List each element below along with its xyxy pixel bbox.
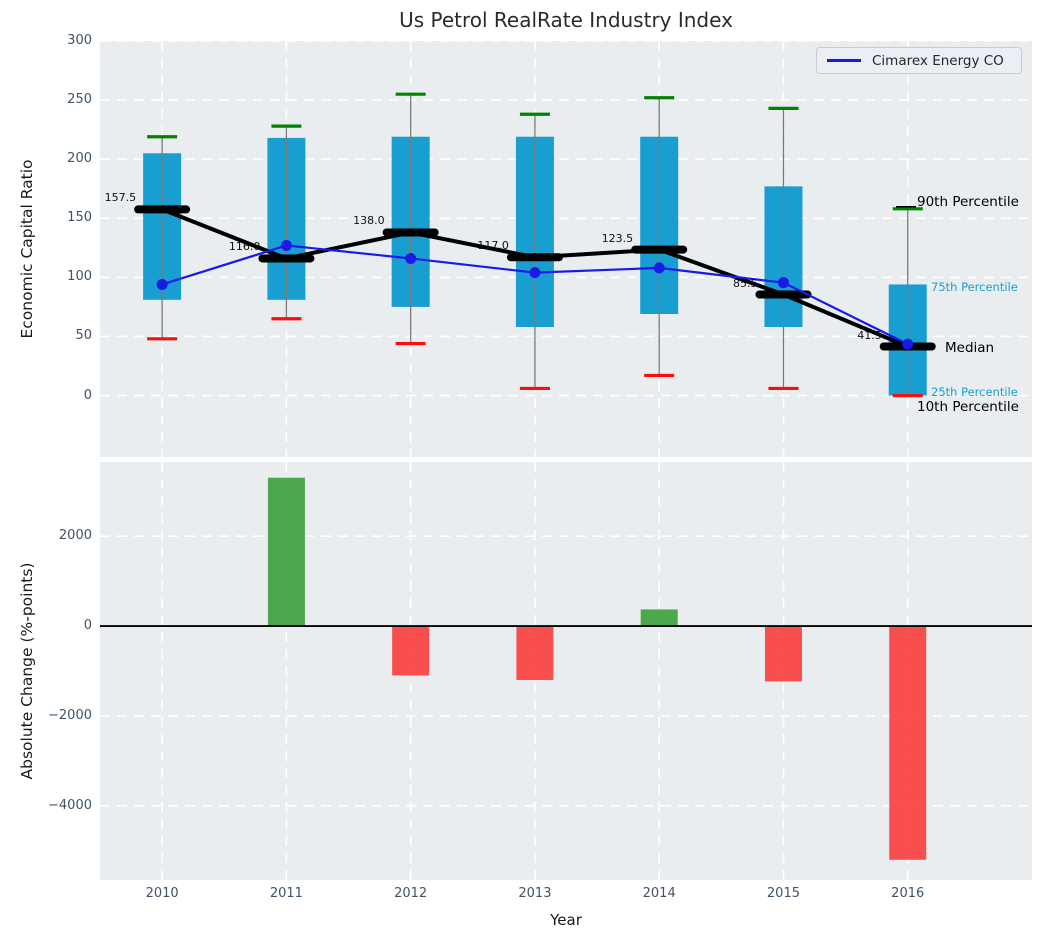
bottom-bar-2015 — [765, 626, 802, 681]
bottom-bar-2011 — [268, 478, 305, 626]
right-label-median: Median — [945, 340, 994, 356]
company-dot-2015 — [778, 277, 789, 288]
xtick-label-2012: 2012 — [381, 886, 441, 901]
median-annotation-2014: 123.5 — [602, 232, 634, 245]
bottom-ytick-label-−4000: −4000 — [36, 798, 92, 813]
right-label-75th-percentile: 75th Percentile — [931, 280, 1018, 294]
top-ytick-label-100: 100 — [36, 269, 92, 284]
median-bar-2013 — [507, 253, 563, 261]
company-dot-2012 — [405, 253, 416, 264]
xtick-label-2015: 2015 — [753, 886, 813, 901]
xtick-label-2013: 2013 — [505, 886, 565, 901]
bottom-y-axis-label: Absolute Change (%-points) — [18, 563, 36, 780]
top-ytick-label-200: 200 — [36, 151, 92, 166]
bottom-ytick-label-2000: 2000 — [36, 528, 92, 543]
chart-title: Us Petrol RealRate Industry Index — [100, 8, 1032, 32]
bottom-ytick-label-−2000: −2000 — [36, 708, 92, 723]
right-label-90th-percentile: 90th Percentile — [917, 194, 1019, 210]
top-ytick-label-300: 300 — [36, 33, 92, 48]
median-bar-2012 — [383, 228, 439, 236]
xtick-label-2016: 2016 — [878, 886, 938, 901]
xtick-label-2011: 2011 — [256, 886, 316, 901]
top-y-axis-label: Economic Capital Ratio — [18, 159, 36, 338]
top-ytick-label-250: 250 — [36, 92, 92, 107]
legend-label: Cimarex Energy CO — [872, 53, 1004, 69]
median-annotation-2012: 138.0 — [353, 214, 385, 227]
median-bar-2010 — [134, 205, 190, 213]
chart-canvas — [0, 0, 1053, 942]
bottom-bar-2012 — [392, 626, 429, 675]
company-dot-2010 — [157, 279, 168, 290]
median-annotation-2011: 116.0 — [229, 240, 261, 253]
median-annotation-2016: 41.5 — [857, 329, 882, 342]
figure: Us Petrol RealRate Industry Index Econom… — [0, 0, 1053, 942]
top-ytick-label-0: 0 — [36, 388, 92, 403]
median-bar-2011 — [258, 254, 314, 262]
legend: Cimarex Energy CO — [816, 47, 1022, 74]
right-label-10th-percentile: 10th Percentile — [917, 399, 1019, 415]
xtick-label-2014: 2014 — [629, 886, 689, 901]
company-dot-2014 — [654, 262, 665, 273]
median-bar-2014 — [631, 246, 687, 254]
x-axis-label: Year — [100, 911, 1032, 929]
median-annotation-2013: 117.0 — [477, 239, 509, 252]
legend-line-sample — [827, 59, 861, 62]
bottom-bar-2014 — [641, 609, 678, 626]
company-dot-2011 — [281, 240, 292, 251]
bottom-ytick-label-0: 0 — [36, 618, 92, 633]
company-dot-2013 — [529, 267, 540, 278]
bottom-bar-2016 — [889, 626, 926, 860]
median-annotation-2015: 85.5 — [733, 277, 758, 290]
median-annotation-2010: 157.5 — [105, 191, 137, 204]
company-dot-2016 — [902, 339, 913, 350]
top-ytick-label-50: 50 — [36, 328, 92, 343]
right-label-25th-percentile: 25th Percentile — [931, 385, 1018, 399]
bottom-bar-2013 — [516, 626, 553, 680]
top-ytick-label-150: 150 — [36, 210, 92, 225]
xtick-label-2010: 2010 — [132, 886, 192, 901]
